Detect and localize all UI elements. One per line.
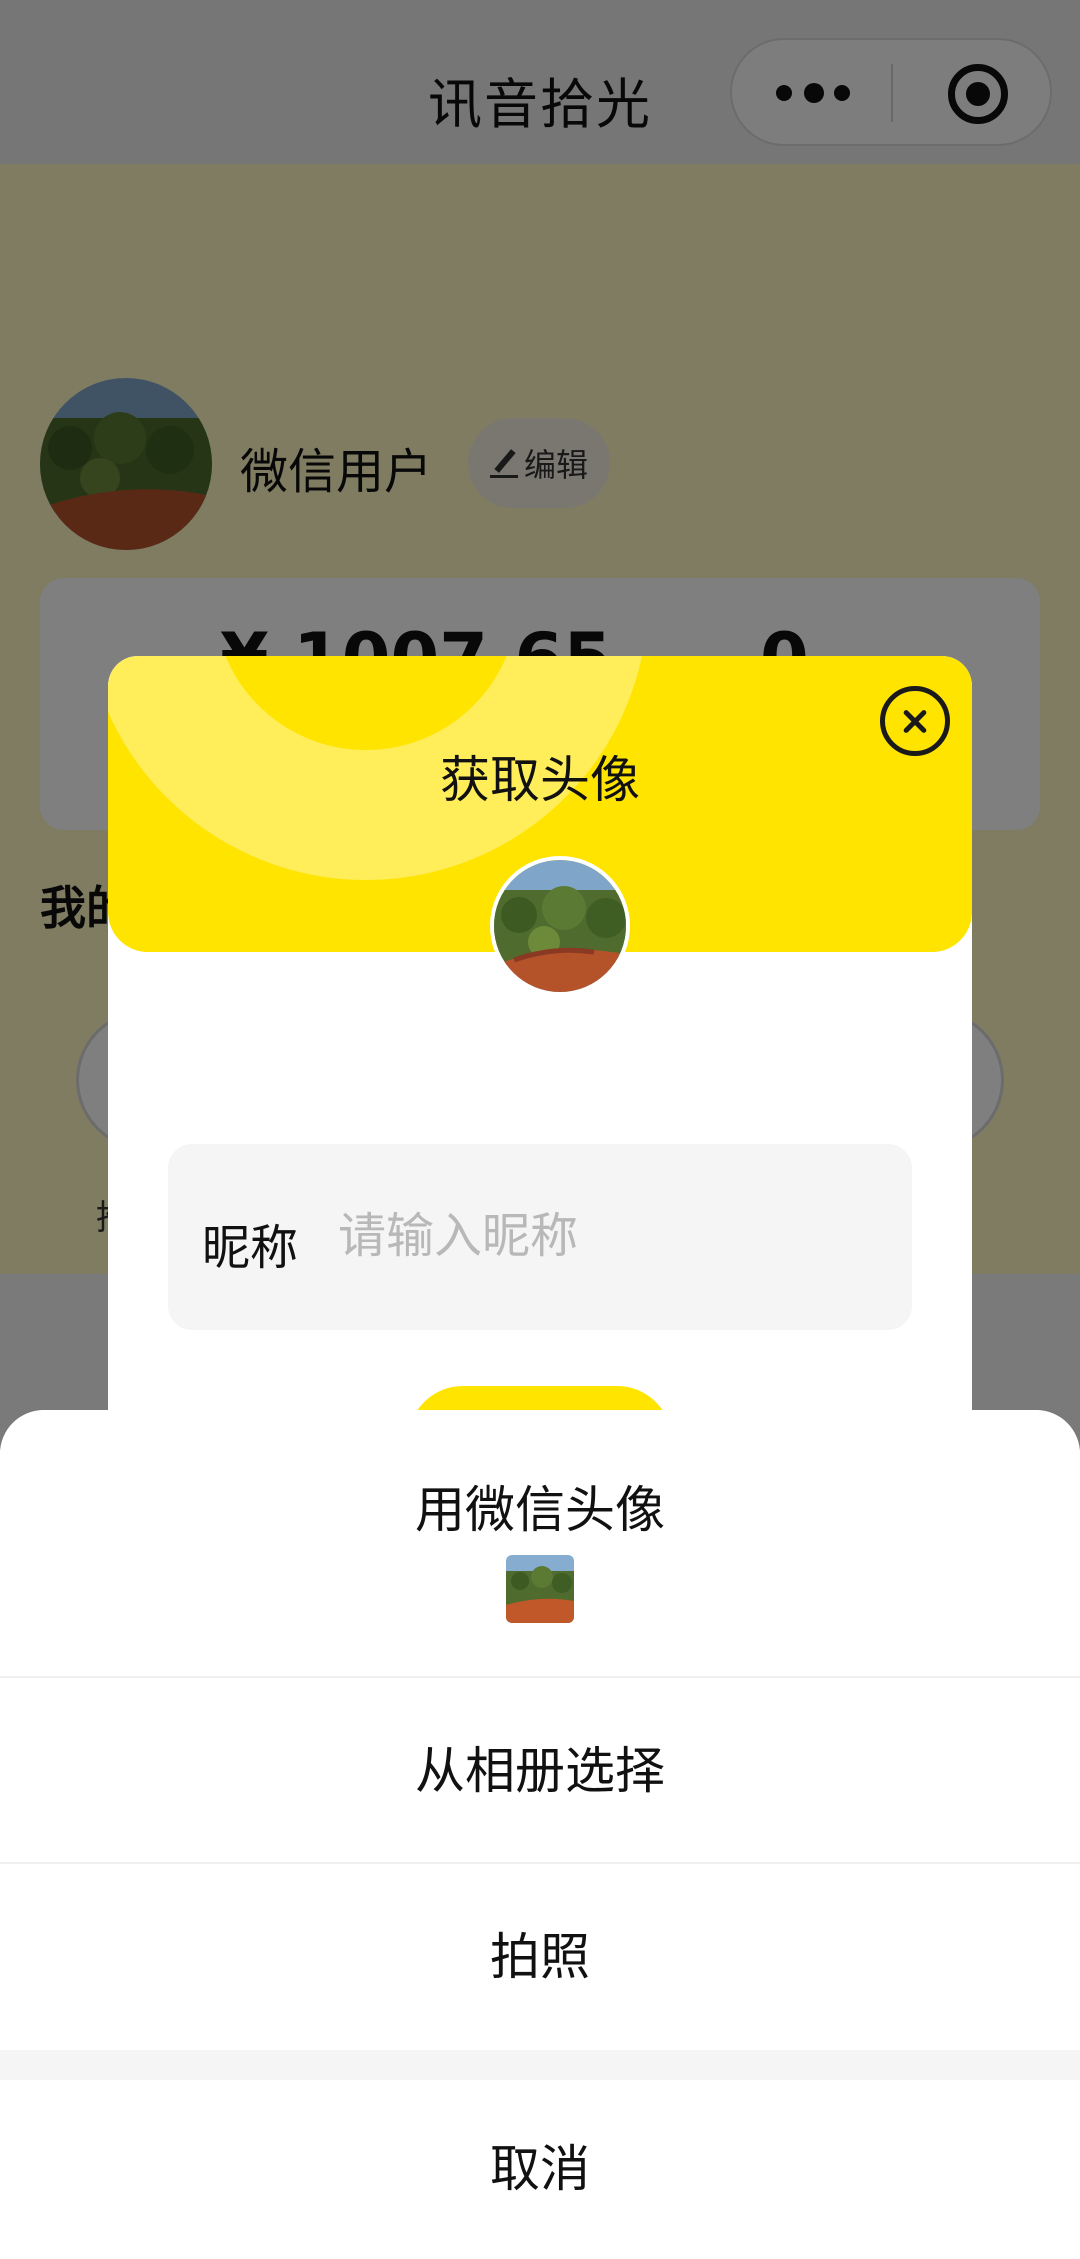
use-wechat-avatar-label: 用微信头像 — [415, 1481, 665, 1539]
sheet-separator — [0, 2050, 1080, 2080]
wechat-avatar-thumbnail — [506, 1555, 574, 1623]
take-photo-option[interactable]: 拍照 — [0, 1864, 1080, 2050]
close-icon[interactable] — [880, 686, 950, 756]
cancel-button[interactable]: 取消 — [0, 2080, 1080, 2259]
nickname-field: 昵称 — [168, 1144, 912, 1330]
dialog-avatar[interactable] — [490, 856, 630, 996]
use-wechat-avatar-option[interactable]: 用微信头像 — [0, 1410, 1080, 1678]
avatar-action-sheet: 用微信头像 从相册选择 拍照 取消 — [0, 1410, 1080, 2259]
choose-from-album-option[interactable]: 从相册选择 — [0, 1678, 1080, 1864]
nickname-input[interactable] — [338, 1196, 878, 1276]
nickname-label: 昵称 — [202, 1220, 299, 1276]
dialog-title: 获取头像 — [440, 751, 640, 809]
